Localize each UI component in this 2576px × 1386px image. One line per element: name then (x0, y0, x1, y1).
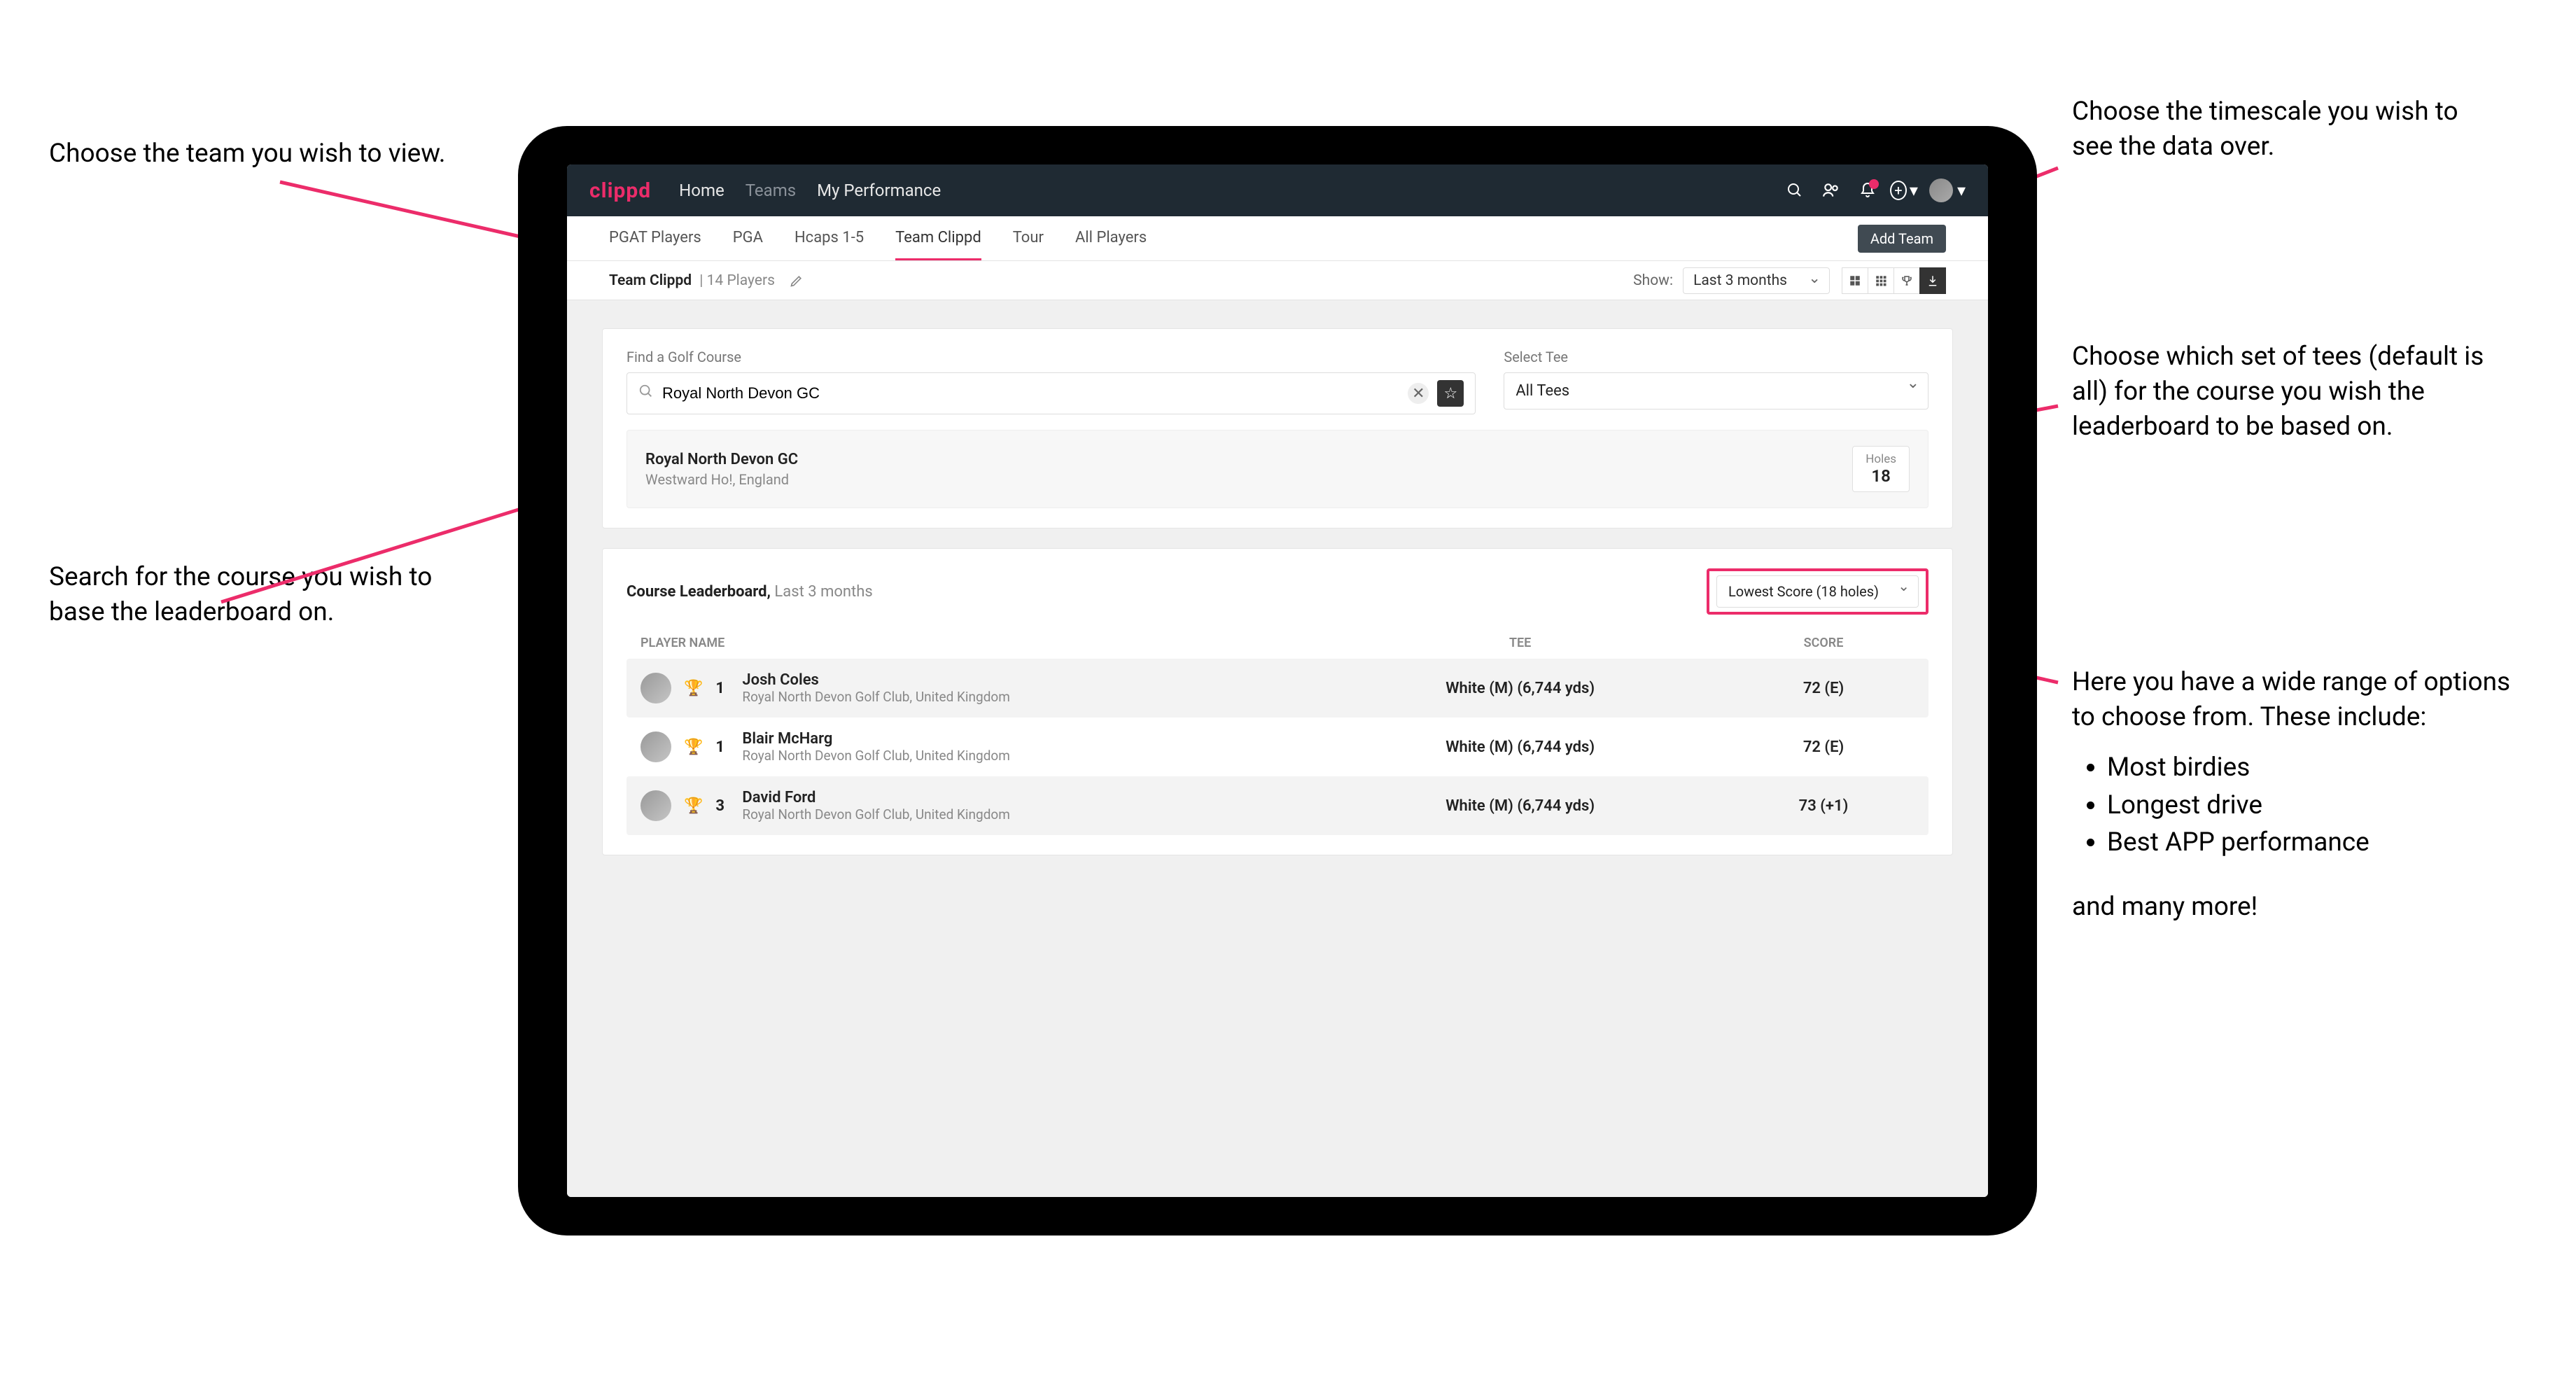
score-value: 73 (+1) (1732, 797, 1914, 815)
score-value: 72 (E) (1732, 738, 1914, 756)
nav-my-performance[interactable]: My Performance (817, 181, 941, 200)
leaderboard-card: Course Leaderboard, Last 3 months Lowest… (602, 548, 1953, 855)
course-search-input-wrap: ✕ ☆ (626, 372, 1476, 414)
col-player: PLAYER NAME (640, 636, 1308, 650)
score-value: 72 (E) (1732, 680, 1914, 697)
clear-icon[interactable]: ✕ (1408, 383, 1429, 404)
user-menu-chevron[interactable]: ▾ (1957, 181, 1966, 200)
annotation-options-intro: Here you have a wide range of options to… (2072, 667, 2510, 732)
player-club: Royal North Devon Golf Club, United King… (742, 689, 1010, 705)
team-toolbar: Team Clippd | 14 Players Show: Last 3 mo… (567, 261, 1988, 300)
player-club: Royal North Devon Golf Club, United King… (742, 806, 1010, 822)
search-icon (638, 384, 654, 403)
player-avatar (640, 790, 671, 821)
tab-pga[interactable]: PGA (733, 216, 763, 260)
favorite-icon[interactable]: ☆ (1437, 380, 1464, 407)
holes-box: Holes 18 (1852, 446, 1910, 492)
course-summary: Royal North Devon GC Westward Ho!, Engla… (626, 430, 1928, 508)
view-toggle-group (1842, 267, 1946, 294)
tee-value: White (M) (6,744 yds) (1308, 797, 1732, 815)
app-screen: clippd Home Teams My Performance + ▾ ▾ (567, 164, 1988, 1197)
leaderboard-title: Course Leaderboard, Last 3 months (626, 583, 873, 601)
option-item: Longest drive (2107, 787, 2520, 825)
view-card-icon[interactable] (1842, 267, 1868, 294)
rank: 3 (715, 797, 729, 815)
view-grid-icon[interactable] (1868, 267, 1894, 294)
annotation-team: Choose the team you wish to view. (49, 136, 446, 172)
score-type-select[interactable]: Lowest Score (18 holes) (1716, 575, 1919, 608)
annotation-search: Search for the course you wish to base t… (49, 560, 469, 630)
tee-value: White (M) (6,744 yds) (1308, 738, 1732, 756)
player-club: Royal North Devon Golf Club, United King… (742, 748, 1010, 764)
annotation-options: Here you have a wide range of options to… (2072, 665, 2520, 925)
nav-teams[interactable]: Teams (746, 181, 796, 200)
top-nav: clippd Home Teams My Performance + ▾ ▾ (567, 164, 1988, 216)
tab-tour[interactable]: Tour (1013, 216, 1044, 260)
tablet-frame: clippd Home Teams My Performance + ▾ ▾ (518, 126, 2037, 1236)
timescale-select[interactable]: Last 3 months (1683, 267, 1830, 294)
player-name: Blair McHarg (742, 730, 1010, 748)
leaderboard-row[interactable]: 🏆 1 Josh Coles Royal North Devon Golf Cl… (626, 659, 1928, 718)
tab-all-players[interactable]: All Players (1075, 216, 1147, 260)
annotation-options-more: and many more! (2072, 890, 2520, 925)
trophy-icon: 🏆 (684, 797, 703, 815)
nav-home[interactable]: Home (679, 181, 724, 200)
course-search-input[interactable] (662, 384, 1408, 402)
score-type-highlight: Lowest Score (18 holes) (1707, 568, 1928, 615)
view-trophy-icon[interactable] (1893, 267, 1920, 294)
trophy-icon: 🏆 (684, 680, 703, 697)
add-team-button[interactable]: Add Team (1858, 225, 1946, 253)
tab-hcaps[interactable]: Hcaps 1-5 (794, 216, 864, 260)
course-location: Westward Ho!, England (645, 471, 798, 488)
leaderboard-row[interactable]: 🏆 1 Blair McHarg Royal North Devon Golf … (626, 718, 1928, 776)
add-icon[interactable]: + ▾ (1890, 176, 1918, 204)
select-tee-label: Select Tee (1504, 349, 1928, 365)
course-search-card: Find a Golf Course ✕ ☆ Select Tee All (602, 328, 1953, 528)
leaderboard-row[interactable]: 🏆 3 David Ford Royal North Devon Golf Cl… (626, 776, 1928, 835)
col-score: SCORE (1732, 636, 1914, 650)
view-download-icon[interactable] (1919, 267, 1946, 294)
option-item: Best APP performance (2107, 824, 2520, 862)
brand-logo[interactable]: clippd (589, 178, 651, 203)
course-name: Royal North Devon GC (645, 451, 798, 468)
user-avatar[interactable] (1929, 178, 1953, 202)
tee-value: White (M) (6,744 yds) (1308, 680, 1732, 697)
holes-label: Holes (1865, 452, 1896, 466)
search-icon[interactable] (1781, 176, 1809, 204)
col-tee: TEE (1308, 636, 1732, 650)
tab-pgat-players[interactable]: PGAT Players (609, 216, 701, 260)
tee-select[interactable]: All Tees (1504, 372, 1928, 410)
option-item: Most birdies (2107, 749, 2520, 787)
rank: 1 (715, 738, 729, 756)
player-name: David Ford (742, 789, 1010, 806)
show-label: Show: (1633, 272, 1673, 289)
holes-value: 18 (1865, 466, 1896, 486)
team-player-count: 14 Players (707, 272, 775, 289)
find-course-label: Find a Golf Course (626, 349, 1476, 365)
leaderboard-header-row: PLAYER NAME TEE SCORE (626, 627, 1928, 659)
content-area: Find a Golf Course ✕ ☆ Select Tee All (567, 300, 1988, 1197)
player-avatar (640, 732, 671, 762)
tab-team-clippd[interactable]: Team Clippd (895, 216, 981, 260)
edit-icon[interactable] (788, 272, 806, 290)
team-tabs: PGAT Players PGA Hcaps 1-5 Team Clippd T… (567, 216, 1988, 261)
player-name: Josh Coles (742, 671, 1010, 689)
team-name: Team Clippd (609, 272, 692, 289)
annotation-timescale: Choose the timescale you wish to see the… (2072, 94, 2492, 164)
trophy-icon: 🏆 (684, 738, 703, 756)
player-avatar (640, 673, 671, 704)
people-icon[interactable] (1817, 176, 1845, 204)
annotation-tees: Choose which set of tees (default is all… (2072, 340, 2492, 444)
notification-badge (1869, 179, 1879, 189)
notification-icon[interactable] (1854, 176, 1882, 204)
rank: 1 (715, 680, 729, 697)
